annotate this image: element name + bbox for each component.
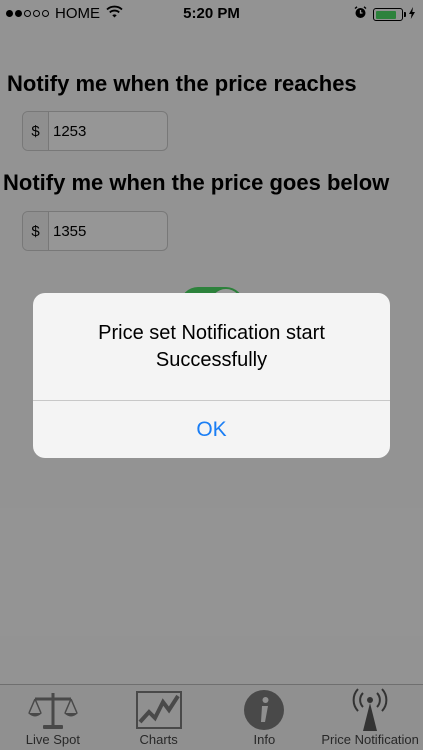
ok-button[interactable]: OK (33, 401, 390, 458)
alert-message: Price set Notification start Successfull… (33, 293, 390, 400)
alert-dialog: Price set Notification start Successfull… (33, 293, 390, 458)
alert-message-line2: Successfully (155, 348, 268, 371)
alert-message-line1: Price set Notification start (98, 321, 325, 344)
